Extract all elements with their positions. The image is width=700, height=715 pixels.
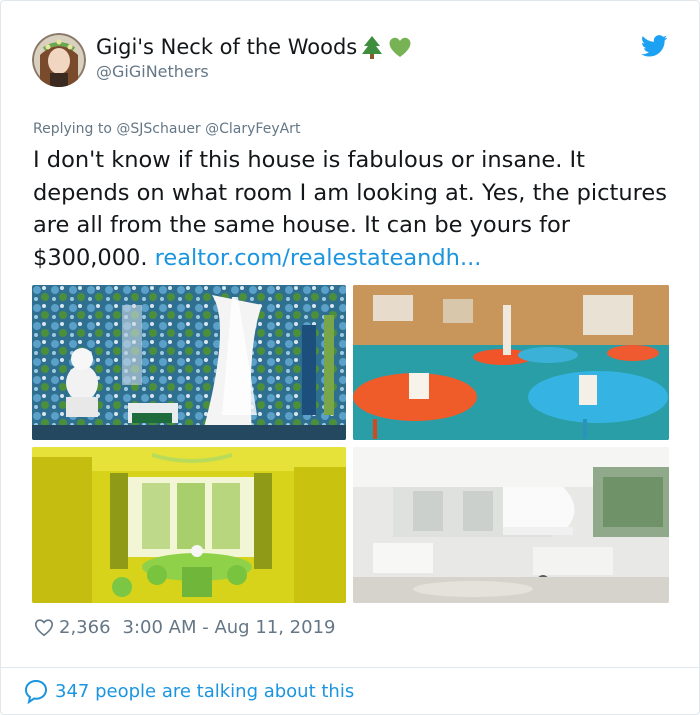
photo-2[interactable] xyxy=(353,285,669,440)
photo-3[interactable] xyxy=(32,447,346,603)
display-name[interactable]: Gigi's Neck of the Woods xyxy=(96,34,413,60)
display-name-text: Gigi's Neck of the Woods xyxy=(96,35,358,59)
tweet-meta: 2,366 3:00 AM - Aug 11, 2019 xyxy=(33,616,335,638)
reply-prefix: Replying to xyxy=(33,121,112,137)
tweet-timestamp[interactable]: 3:00 AM - Aug 11, 2019 xyxy=(123,617,336,638)
user-handle[interactable]: @GiGiNethers xyxy=(96,62,209,81)
photo-4[interactable] xyxy=(353,447,669,603)
tweet-link[interactable]: realtor.com/realestateandh... xyxy=(155,245,482,271)
reply-context: Replying to @SJSchauer @ClaryFeyArt xyxy=(33,121,300,137)
tweet-card: Gigi's Neck of the Woods @GiGiNethers Re… xyxy=(0,0,700,715)
conversation-text: 347 people are talking about this xyxy=(55,680,355,702)
green-heart-emoji-icon xyxy=(389,37,411,57)
conversation-link[interactable]: 347 people are talking about this xyxy=(23,678,354,704)
heart-icon[interactable] xyxy=(33,616,55,638)
like-count[interactable]: 2,366 xyxy=(59,617,111,638)
speech-bubble-icon xyxy=(24,679,48,704)
tweet-text: I don't know if this house is fabulous o… xyxy=(33,144,678,274)
photo-1-image xyxy=(32,285,346,440)
photo-2-image xyxy=(353,285,669,440)
twitter-bird-icon[interactable] xyxy=(641,35,668,57)
photo-4-image xyxy=(353,447,669,603)
photo-1[interactable] xyxy=(32,285,346,440)
tree-emoji-icon xyxy=(362,36,383,59)
divider xyxy=(1,667,699,668)
photo-3-image xyxy=(32,447,346,603)
avatar[interactable] xyxy=(32,33,86,87)
reply-mentions[interactable]: @SJSchauer @ClaryFeyArt xyxy=(116,121,300,137)
avatar-image xyxy=(32,33,86,87)
